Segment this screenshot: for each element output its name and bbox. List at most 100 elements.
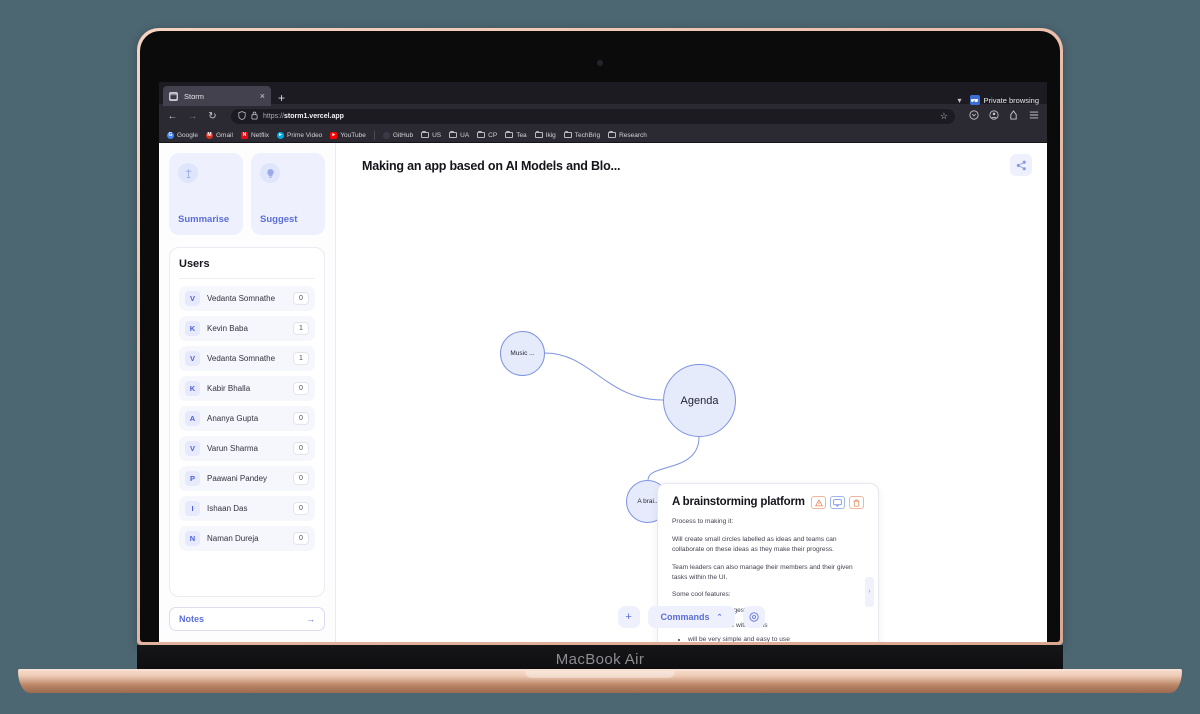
bookmark-item[interactable]: ► Prime Video xyxy=(277,131,322,139)
extensions-icon[interactable] xyxy=(1008,109,1019,123)
browser-tab[interactable]: Storm × xyxy=(163,86,271,106)
bookmark-item[interactable]: G Google xyxy=(167,131,198,139)
bookmark-folder[interactable]: Ikig xyxy=(534,130,556,139)
folder-icon xyxy=(477,130,486,139)
mindmap-node-music[interactable]: Music ... xyxy=(500,331,545,376)
avatar: V xyxy=(185,351,200,366)
user-list-item[interactable]: A Ananya Gupta 0 xyxy=(179,406,315,431)
user-list-item[interactable]: I Ishaan Das 0 xyxy=(179,496,315,521)
bookmark-folder[interactable]: US xyxy=(421,130,441,139)
notes-label: Notes xyxy=(179,614,205,624)
settings-button[interactable] xyxy=(743,606,766,628)
bookmark-item[interactable]: N Netflix xyxy=(240,131,269,139)
detail-card-title: A brainstorming platform xyxy=(672,496,805,508)
quick-action-summarise[interactable]: Summarise xyxy=(169,153,243,235)
chevron-down-icon[interactable]: ▾ xyxy=(958,96,962,105)
avatar: I xyxy=(185,501,200,516)
chevron-up-icon: ⌃ xyxy=(716,614,723,621)
mindmap-node-label: A brai.. xyxy=(637,498,658,505)
reload-icon[interactable]: ↻ xyxy=(207,111,218,122)
avatar: A xyxy=(185,411,200,426)
bookmark-item[interactable]: ► YouTube xyxy=(330,131,366,139)
back-icon[interactable]: ← xyxy=(167,111,178,122)
address-bar-text: https://storm1.vercel.app xyxy=(263,112,344,120)
avatar: V xyxy=(185,441,200,456)
bookmark-folder[interactable]: TechBrig xyxy=(563,130,600,139)
avatar: P xyxy=(185,471,200,486)
user-name: Vedanta Somnathe xyxy=(207,354,276,363)
user-list-item[interactable]: V Vedanta Somnathe 1 xyxy=(179,346,315,371)
bookmark-star-icon[interactable]: ☆ xyxy=(940,111,948,122)
user-list-item[interactable]: K Kabir Bhalla 0 xyxy=(179,376,315,401)
close-icon[interactable]: × xyxy=(260,91,265,101)
mask-icon xyxy=(969,95,980,105)
bookmark-item[interactable]: GitHub xyxy=(382,131,413,139)
detail-card-paragraph: Will create small circles labelled as id… xyxy=(672,535,837,553)
user-list-item[interactable]: K Kevin Baba 1 xyxy=(179,316,315,341)
notes-button[interactable]: Notes → xyxy=(169,607,325,631)
alert-icon[interactable] xyxy=(811,496,826,509)
user-list-item[interactable]: P Paawani Pandey 0 xyxy=(179,466,315,491)
laptop-device: Storm × + ▾ Private browsing ← → ↻ https… xyxy=(0,0,1200,714)
bookmark-item[interactable]: M Gmail xyxy=(205,131,233,139)
bookmark-folder[interactable]: Tea xyxy=(505,130,527,139)
folder-icon xyxy=(608,130,617,139)
bookmark-folder[interactable]: Research xyxy=(608,130,647,139)
users-title: Users xyxy=(179,258,210,270)
user-count-badge: 1 xyxy=(293,352,309,365)
quick-action-suggest[interactable]: Suggest xyxy=(251,153,325,235)
prime-icon: ► xyxy=(277,131,285,139)
shield-icon[interactable] xyxy=(238,107,246,125)
bookmarks-divider xyxy=(373,130,375,140)
account-icon[interactable] xyxy=(988,109,999,123)
menu-icon[interactable] xyxy=(1028,111,1039,122)
browser-tabstrip: Storm × + ▾ Private browsing xyxy=(159,82,1047,106)
netflix-icon: N xyxy=(240,131,248,139)
divider xyxy=(179,278,315,279)
bookmark-folder[interactable]: CP xyxy=(477,130,497,139)
user-name: Vedanta Somnathe xyxy=(207,294,276,303)
mindmap-canvas[interactable]: Making an app based on AI Models and Blo… xyxy=(336,143,1047,642)
list-item: will be very simple and easy to use xyxy=(688,635,864,642)
save-to-pocket-icon[interactable] xyxy=(968,109,979,123)
detail-card-paragraph: Process to making it: xyxy=(672,518,734,525)
trash-icon[interactable] xyxy=(849,496,864,509)
user-list-item[interactable]: V Vedanta Somnathe 0 xyxy=(179,286,315,311)
laptop-bezel: Storm × + ▾ Private browsing ← → ↻ https… xyxy=(140,31,1060,642)
device-label: MacBook Air xyxy=(555,650,645,668)
add-node-button[interactable]: + xyxy=(617,606,640,628)
google-icon: G xyxy=(167,131,174,139)
user-name: Ishaan Das xyxy=(207,504,248,513)
user-list-item[interactable]: V Varun Sharma 0 xyxy=(179,436,315,461)
detail-card-paragraph: Team leaders can also manage their membe… xyxy=(672,563,853,581)
user-name: Varun Sharma xyxy=(207,444,258,453)
private-browsing-label: Private browsing xyxy=(983,95,1039,105)
mindmap-node-agenda[interactable]: Agenda xyxy=(663,364,736,437)
bookmarks-bar: G Google M Gmail N Netflix ► Prime Video ► Yo… xyxy=(159,128,1047,143)
users-panel: Users V Vedanta Somnathe 0 K Kevin Baba … xyxy=(169,247,325,597)
detail-card-header: A brainstorming platform xyxy=(672,496,864,509)
suggest-icon xyxy=(260,163,280,183)
comment-icon[interactable] xyxy=(830,496,845,509)
navbar-right-group xyxy=(968,109,1039,123)
user-count-badge: 0 xyxy=(293,502,309,515)
forward-icon[interactable]: → xyxy=(187,111,198,122)
user-count-badge: 0 xyxy=(293,472,309,485)
bookmark-folder[interactable]: UA xyxy=(449,130,469,139)
user-name: Naman Dureja xyxy=(207,534,259,543)
commands-label: Commands xyxy=(660,612,710,622)
canvas-toolbar: + Commands ⌃ xyxy=(617,606,766,628)
arrow-right-icon: → xyxy=(306,614,315,624)
address-bar[interactable]: https://storm1.vercel.app ☆ xyxy=(231,107,955,125)
tabstrip-right-group: ▾ Private browsing xyxy=(958,95,1047,105)
user-count-badge: 1 xyxy=(293,322,309,335)
new-tab-button[interactable]: + xyxy=(273,91,290,105)
github-icon xyxy=(382,131,390,139)
user-name: Ananya Gupta xyxy=(207,414,259,423)
user-list-item[interactable]: N Naman Dureja 0 xyxy=(179,526,315,551)
commands-button[interactable]: Commands ⌃ xyxy=(647,606,736,628)
detail-card-scroll-handle[interactable]: › xyxy=(865,577,874,607)
browser-navbar: ← → ↻ https://storm1.vercel.app ☆ xyxy=(159,104,1047,128)
avatar: V xyxy=(185,291,200,306)
folder-icon xyxy=(421,130,430,139)
